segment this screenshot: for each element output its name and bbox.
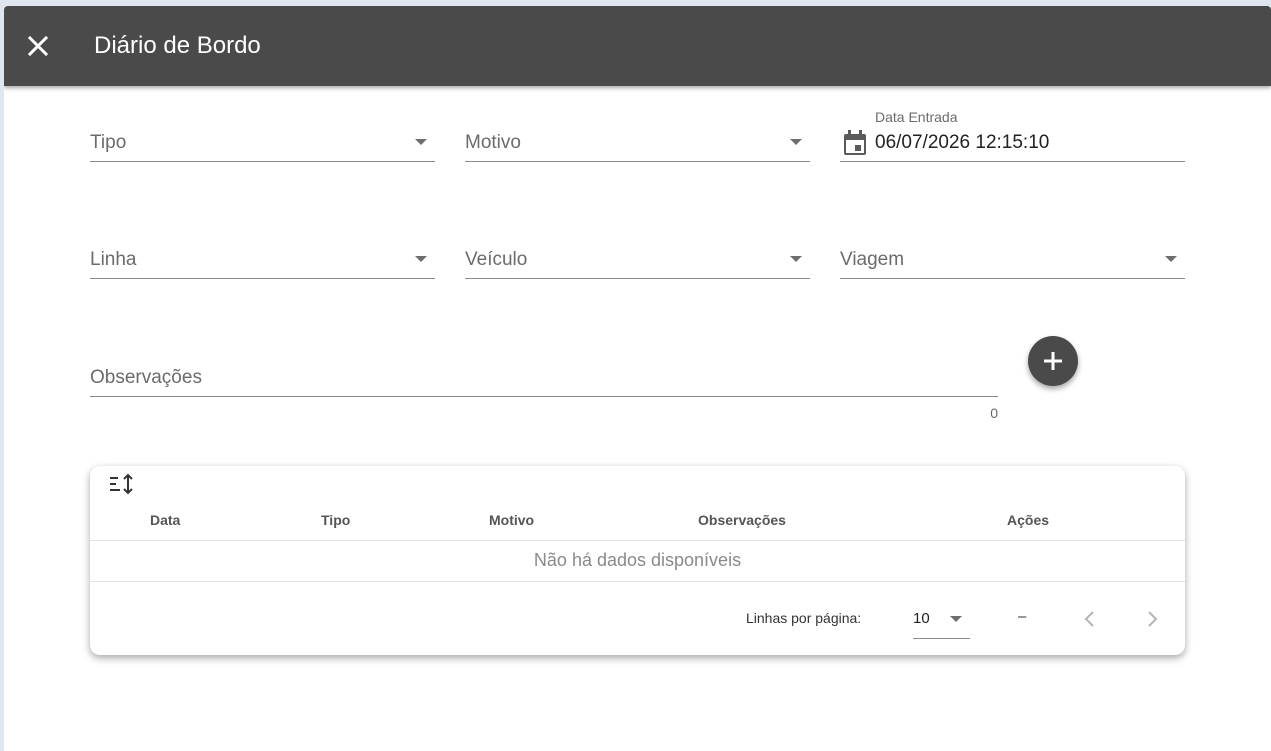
next-page-button[interactable] — [1137, 604, 1167, 634]
add-button[interactable] — [1028, 336, 1078, 386]
chevron-right-icon — [1148, 611, 1158, 627]
close-button[interactable] — [20, 28, 56, 64]
rows-per-page-label: Linhas por página: — [746, 610, 862, 626]
data-entrada-value: 06/07/2026 12:15:10 — [875, 132, 1050, 153]
observacoes-label: Observações — [90, 367, 202, 388]
previous-page-button[interactable] — [1075, 604, 1105, 634]
column-header-acoes: Ações — [1007, 512, 1050, 528]
column-header-data[interactable]: Data — [150, 512, 180, 528]
chevron-left-icon — [1084, 611, 1094, 627]
linha-label: Linha — [90, 249, 137, 270]
sort-toggle-button[interactable] — [108, 472, 136, 501]
dropdown-arrow-icon — [790, 139, 802, 145]
plus-icon — [1044, 352, 1062, 370]
data-entrada-label: Data Entrada — [875, 109, 958, 125]
data-table: Data Tipo Motivo Observações Ações Não h… — [90, 466, 1185, 655]
close-icon — [27, 35, 49, 57]
tipo-select[interactable]: Tipo — [90, 122, 435, 162]
dialog-toolbar: Diário de Bordo — [4, 6, 1271, 86]
character-counter: 0 — [990, 405, 998, 421]
footer-divider — [90, 581, 1185, 582]
dropdown-arrow-icon — [415, 256, 427, 262]
empty-state-text: Não há dados disponíveis — [533, 550, 742, 570]
diario-de-bordo-dialog: Diário de Bordo Tipo Motivo Data Entrada… — [4, 6, 1271, 751]
veiculo-select[interactable]: Veículo — [465, 239, 810, 279]
rows-per-page-select[interactable]: 10 — [913, 603, 970, 639]
calendar-icon[interactable] — [842, 129, 868, 157]
dropdown-arrow-icon — [1165, 256, 1177, 262]
veiculo-label: Veículo — [465, 249, 528, 270]
column-header-observacoes[interactable]: Observações — [698, 512, 786, 528]
dialog-title: Diário de Bordo — [94, 32, 261, 59]
data-entrada-field[interactable]: Data Entrada 06/07/2026 12:15:10 — [840, 109, 1185, 162]
column-header-tipo[interactable]: Tipo — [321, 512, 350, 528]
pagination-range: – — [1018, 608, 1027, 625]
dropdown-arrow-icon — [950, 616, 962, 622]
dropdown-arrow-icon — [415, 139, 427, 145]
viagem-label: Viagem — [840, 249, 905, 270]
header-divider — [90, 540, 1185, 541]
column-header-motivo[interactable]: Motivo — [489, 512, 534, 528]
rows-per-page-value: 10 — [913, 610, 930, 627]
tipo-label: Tipo — [90, 132, 127, 153]
motivo-select[interactable]: Motivo — [465, 122, 810, 162]
motivo-label: Motivo — [465, 132, 521, 153]
sort-icon — [110, 473, 133, 495]
viagem-select[interactable]: Viagem — [840, 239, 1185, 279]
linha-select[interactable]: Linha — [90, 239, 435, 279]
observacoes-input[interactable]: Observações 0 — [90, 357, 998, 421]
dropdown-arrow-icon — [790, 256, 802, 262]
